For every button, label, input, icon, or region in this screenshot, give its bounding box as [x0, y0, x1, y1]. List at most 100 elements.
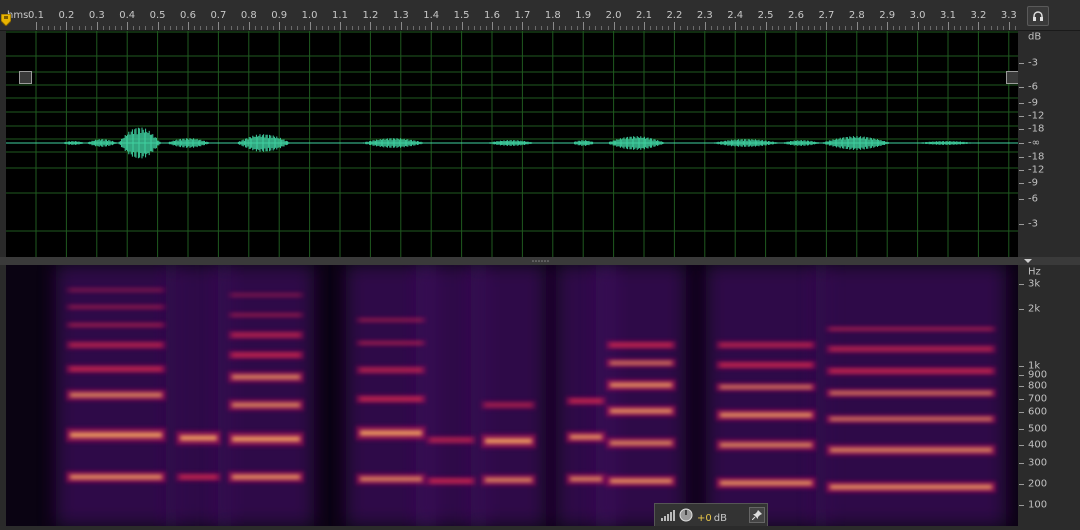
harmonic-band	[610, 479, 672, 483]
time-tick-minor	[789, 26, 791, 30]
time-tick-minor	[686, 26, 688, 30]
time-tick-label: 0.2	[58, 10, 75, 21]
time-tick-label: 0.3	[88, 10, 105, 21]
time-tick-minor	[60, 26, 62, 30]
time-tick-label: 0.4	[119, 10, 136, 21]
gain-value: +0	[697, 512, 712, 524]
hz-tick-label: 2k	[1028, 303, 1041, 315]
time-tick-major	[522, 22, 524, 30]
time-tick-major	[248, 22, 250, 30]
time-tick-minor	[771, 26, 773, 30]
time-tick-label: 2.0	[605, 10, 622, 21]
time-tick-major	[826, 22, 828, 30]
time-tick-minor	[102, 26, 104, 30]
db-tick	[1019, 170, 1024, 171]
spectrogram-panel[interactable]	[6, 265, 1018, 526]
hz-tick	[1019, 375, 1024, 376]
time-ruler[interactable]: hms 0.1 0.2 0.3 0.4 0.5 0.6 0.7 0.8 0.9 1.0 1.1 1.2…	[0, 0, 1035, 31]
time-tick-minor	[54, 26, 56, 30]
panel-divider[interactable]	[0, 257, 1080, 265]
time-tick-minor	[868, 26, 870, 30]
time-tick-major	[340, 22, 341, 30]
harmonic-band	[70, 289, 162, 291]
gain-unit: dB	[713, 512, 727, 524]
db-tick-label: -18	[1028, 151, 1045, 163]
time-tick-minor	[802, 26, 804, 30]
pin-button[interactable]	[748, 507, 765, 523]
time-tick-major	[978, 22, 980, 30]
time-tick-minor	[571, 26, 573, 30]
waveform-trace	[61, 127, 976, 159]
harmonic-band	[720, 343, 812, 347]
gain-readout[interactable]: +0 dB	[697, 506, 727, 525]
time-tick-minor	[814, 26, 816, 30]
time-tick-major	[431, 22, 433, 30]
time-tick-minor	[759, 26, 761, 30]
time-tick-minor	[364, 26, 366, 30]
time-tick-minor	[200, 26, 202, 30]
time-tick-minor	[546, 26, 548, 30]
time-tick-label: 3.0	[909, 10, 926, 21]
time-tick-major	[613, 22, 615, 30]
time-tick-major	[552, 22, 554, 30]
view-toggle-left-button[interactable]	[19, 71, 32, 84]
time-tick-major	[796, 22, 797, 30]
db-tick-label: -12	[1028, 164, 1045, 176]
time-tick-major	[917, 22, 919, 30]
db-tick	[1019, 157, 1024, 158]
harmonic-band	[232, 353, 300, 357]
time-tick-major	[674, 22, 676, 30]
time-tick-minor	[504, 26, 506, 30]
dropdown-arrow-icon[interactable]	[1024, 258, 1032, 264]
hz-tick	[1019, 463, 1024, 464]
drag-handle-icon[interactable]	[530, 259, 550, 263]
harmonic-band	[70, 432, 162, 438]
time-tick-minor	[90, 26, 92, 30]
time-tick-minor	[850, 26, 852, 30]
time-tick-minor	[783, 26, 785, 30]
harmonic-band	[720, 413, 812, 417]
time-tick-minor	[528, 26, 530, 30]
harmonic-band	[720, 385, 812, 389]
headphones-icon	[1033, 11, 1043, 21]
time-tick-major	[370, 22, 372, 30]
harmonic-band	[232, 294, 300, 296]
hz-tick-label: 200	[1028, 478, 1048, 490]
harmonic-band	[360, 397, 422, 401]
time-tick-minor	[966, 26, 968, 30]
time-tick-major	[583, 22, 585, 30]
time-tick-minor	[376, 26, 378, 30]
time-tick-minor	[121, 26, 123, 30]
harmonic-band	[570, 477, 602, 481]
hz-tick-label: 100	[1028, 499, 1048, 511]
harmonic-band	[70, 324, 162, 326]
hz-unit-label: Hz	[1028, 266, 1041, 278]
time-tick-minor	[443, 26, 445, 30]
hz-tick-label: 400	[1028, 439, 1048, 451]
time-tick-minor	[163, 26, 165, 30]
waveform-panel[interactable]	[6, 31, 1019, 257]
db-unit-label: dB	[1028, 31, 1042, 43]
harmonic-band	[830, 369, 992, 373]
harmonic-band	[610, 343, 672, 347]
time-tick-minor	[625, 26, 627, 30]
time-tick-label: 1.6	[484, 10, 500, 21]
time-tick-minor	[516, 26, 518, 30]
time-tick-label: 2.8	[848, 10, 865, 21]
time-tick-minor	[1014, 26, 1016, 30]
time-tick-label: 1.7	[514, 10, 531, 21]
hz-tick	[1019, 284, 1024, 285]
time-tick-minor	[352, 26, 354, 30]
time-tick-minor	[820, 26, 822, 30]
time-tick-minor	[753, 26, 755, 30]
playhead-marker-icon[interactable]	[1, 14, 11, 26]
waveform-canvas	[6, 31, 1018, 257]
knob-icon[interactable]	[679, 508, 693, 522]
harmonic-band	[360, 477, 422, 481]
hz-tick	[1019, 309, 1024, 310]
hz-tick-label: 800	[1028, 380, 1048, 392]
harmonic-band	[485, 438, 532, 444]
harmonic-band	[485, 478, 532, 482]
headphones-button[interactable]	[1027, 6, 1049, 26]
level-meter-icon[interactable]	[661, 508, 675, 522]
